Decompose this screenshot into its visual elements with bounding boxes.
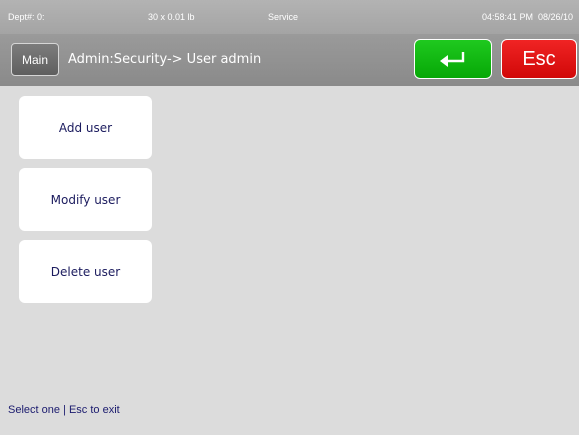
weight-readout: 30 x 0.01 lb <box>148 12 195 22</box>
clock-date: 08/26/10 <box>538 12 574 22</box>
esc-button[interactable]: Esc <box>501 39 577 79</box>
delete-user-button[interactable]: Delete user <box>19 240 152 303</box>
main-button[interactable]: Main <box>11 43 59 76</box>
breadcrumb: Admin:Security-> User admin <box>68 52 262 67</box>
clock-time: 04:58:41 PM <box>482 12 534 22</box>
mode-readout: Service <box>268 12 299 22</box>
add-user-button[interactable]: Add user <box>19 96 152 159</box>
enter-return-arrow-icon <box>440 52 465 67</box>
title-bar: Main Admin:Security-> User admin Esc <box>0 34 579 86</box>
enter-button[interactable] <box>414 39 492 79</box>
footer-hint: Select one | Esc to exit <box>8 404 120 416</box>
modify-user-button[interactable]: Modify user <box>19 168 152 231</box>
status-bar: Dept#: 0: 30 x 0.01 lb Service 04:58:41 … <box>0 0 579 34</box>
department-readout: Dept#: 0: <box>8 12 45 22</box>
